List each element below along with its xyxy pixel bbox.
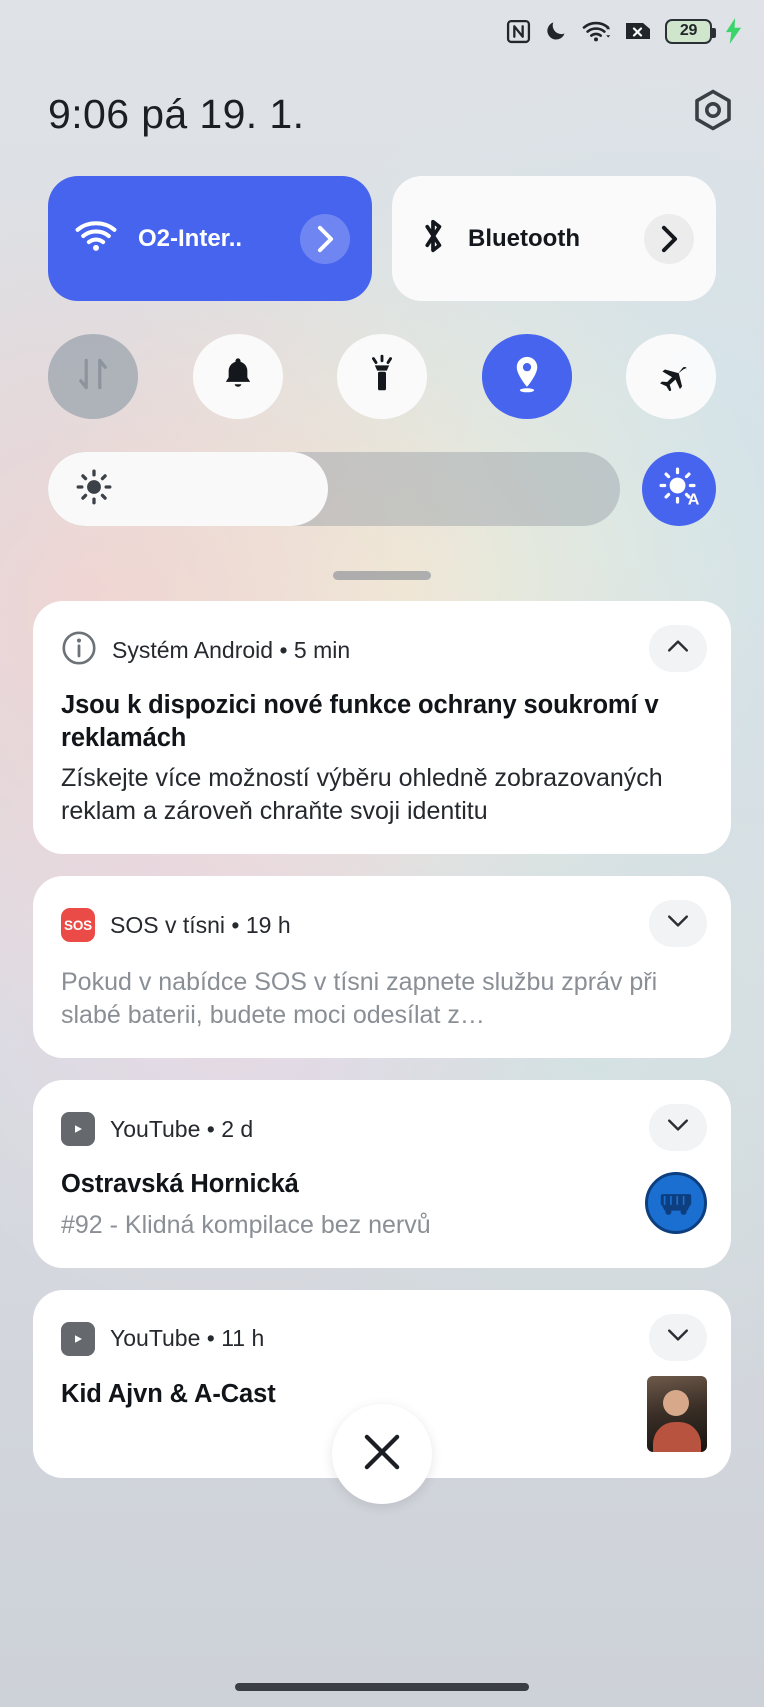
quick-settings-big-tiles: O2-Inter.. Bluetooth [48, 176, 716, 301]
settings-icon[interactable] [692, 89, 734, 139]
chevron-down-icon [667, 914, 689, 933]
flashlight-toggle[interactable] [337, 334, 427, 419]
notification-header: YouTube • 2 d [61, 1106, 707, 1152]
bluetooth-icon [418, 216, 448, 261]
notification-body: #92 - Klidná kompilace bez nervů [61, 1210, 431, 1239]
notification-app-label: Systém Android • 5 min [112, 636, 351, 663]
notification-shade: 29 9:06 pá 19. 1. O2-Inter.. Bluetooth A… [0, 0, 764, 1707]
info-icon [61, 630, 97, 671]
auto-brightness-button[interactable]: A [642, 452, 716, 526]
expand-button[interactable] [649, 900, 707, 948]
data-transfer-icon [76, 355, 110, 398]
collapse-button[interactable] [649, 625, 707, 672]
brightness-row: A [48, 452, 716, 526]
no-sim-icon [624, 19, 652, 43]
notification-app-label: YouTube • 2 d [110, 1115, 254, 1142]
clear-all-notifications-button[interactable] [332, 1404, 432, 1504]
notification-body: Získejte více možností výběru ohledně zo… [61, 764, 663, 826]
notification-header: Systém Android • 5 min [61, 627, 707, 673]
notification-android-system[interactable]: Systém Android • 5 min Jsou k dispozici … [33, 601, 731, 855]
close-icon [360, 1430, 404, 1479]
bell-icon [221, 355, 255, 398]
flashlight-icon [366, 354, 398, 399]
chevron-down-icon [667, 1328, 689, 1347]
notification-body: Pokud v nabídce SOS v tísni zapnete služ… [61, 968, 658, 1030]
brightness-slider[interactable] [48, 452, 620, 526]
status-bar: 29 [0, 0, 764, 62]
notification-title: Ostravská Hornická [61, 1170, 299, 1199]
video-thumbnail [647, 1375, 707, 1452]
notification-sos[interactable]: SOS SOS v tísni • 19 h Pokud v nabídce S… [33, 876, 731, 1059]
expand-button[interactable] [649, 1313, 707, 1361]
bluetooth-tile-chevron-right-icon[interactable] [644, 213, 694, 264]
quick-settings-toggles [48, 334, 716, 419]
notification-app-label: SOS v tísni • 19 h [110, 911, 291, 938]
airplane-icon [652, 357, 690, 396]
notification-header: YouTube • 11 h [61, 1316, 707, 1362]
notification-app-label: YouTube • 11 h [110, 1325, 265, 1352]
svg-text:A: A [688, 490, 700, 508]
sos-icon-label: SOS [64, 917, 92, 933]
bluetooth-tile[interactable]: Bluetooth [392, 176, 716, 301]
clock-label: 9:06 pá 19. 1. [48, 90, 305, 137]
shade-drag-handle[interactable] [333, 571, 431, 580]
bluetooth-tile-label: Bluetooth [468, 224, 580, 252]
charging-bolt-icon [725, 18, 742, 44]
clock-row: 9:06 pá 19. 1. [0, 82, 764, 146]
youtube-icon [61, 1321, 95, 1356]
nfc-icon [506, 19, 531, 44]
do-not-disturb-icon [544, 19, 568, 43]
wifi-tile-chevron-right-icon[interactable] [300, 213, 350, 264]
notification-header: SOS SOS v tísni • 19 h [61, 902, 707, 948]
chevron-up-icon [667, 639, 689, 658]
youtube-icon [61, 1112, 95, 1147]
auto-brightness-icon: A [657, 465, 701, 514]
sound-toggle[interactable] [192, 334, 283, 419]
wifi-icon [581, 19, 611, 43]
notification-list: Systém Android • 5 min Jsou k dispozici … [33, 601, 731, 1707]
expand-button[interactable] [649, 1104, 707, 1152]
wifi-icon [74, 219, 118, 258]
wifi-tile-label: O2-Inter.. [138, 224, 243, 252]
chevron-down-icon [667, 1118, 689, 1137]
battery-indicator: 29 [665, 18, 716, 44]
airplane-mode-toggle[interactable] [626, 334, 716, 419]
sos-icon: SOS [61, 908, 95, 943]
channel-avatar [645, 1172, 707, 1235]
gesture-nav-bar[interactable] [235, 1683, 529, 1691]
brightness-icon [76, 469, 112, 510]
mobile-data-toggle[interactable] [48, 334, 138, 419]
notification-title: Jsou k dispozici nové funkce ochrany sou… [61, 691, 659, 752]
battery-percent-label: 29 [679, 22, 698, 39]
notification-youtube-ostravska[interactable]: YouTube • 2 d Ostravská Hornická #92 - K… [33, 1080, 731, 1268]
wifi-tile[interactable]: O2-Inter.. [48, 176, 372, 301]
location-pin-icon [511, 354, 543, 399]
notification-title: Kid Ajvn & A-Cast [61, 1379, 276, 1408]
location-toggle[interactable] [481, 334, 572, 419]
